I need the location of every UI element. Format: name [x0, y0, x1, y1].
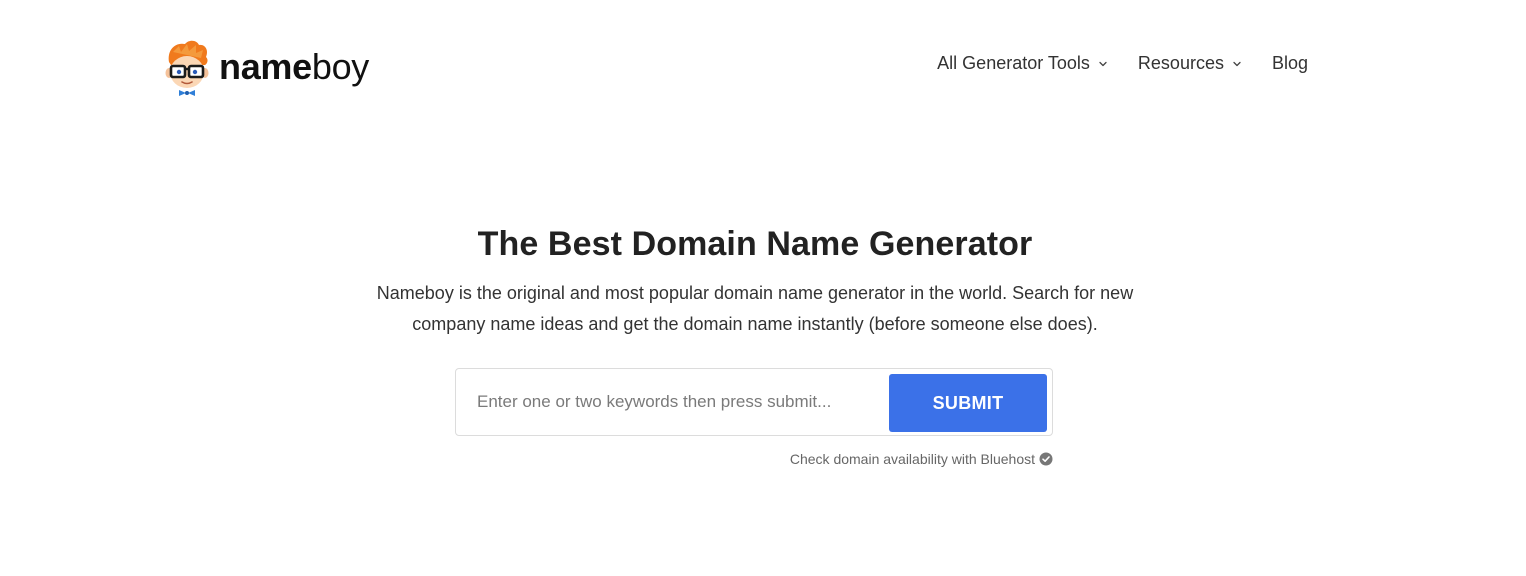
chevron-down-icon — [1233, 61, 1241, 67]
main-nav: All Generator Tools Resources Blog — [937, 50, 1308, 76]
brand-name-bold: name — [219, 46, 312, 87]
page-title: The Best Domain Name Generator — [477, 225, 1033, 263]
nav-item-blog[interactable]: Blog — [1272, 50, 1308, 76]
nav-item-resources[interactable]: Resources — [1138, 50, 1242, 76]
brand-name-light: boy — [311, 46, 369, 87]
mascot-icon — [165, 40, 209, 96]
page: nameboy All Generator Tools Resources Bl… — [0, 0, 1526, 576]
nav-item-label: Blog — [1271, 53, 1308, 73]
nav-item-label: All Generator Tools — [937, 53, 1090, 73]
site-header: nameboy All Generator Tools Resources Bl… — [0, 0, 1526, 130]
domain-search-form: SUBMIT — [455, 368, 1053, 436]
availability-note: Check domain availability with Bluehost — [790, 450, 1053, 468]
nav-item-all-generator-tools[interactable]: All Generator Tools — [937, 50, 1108, 76]
hero-description: Nameboy is the original and most popular… — [376, 283, 1134, 334]
availability-text: Check domain availability with Bluehost — [789, 451, 1035, 467]
nav-item-label: Resources — [1137, 53, 1224, 73]
hero-section: The Best Domain Name Generator Nameboy i… — [0, 222, 1526, 340]
check-circle-icon — [1039, 452, 1053, 466]
brand-wordmark: nameboy — [219, 41, 369, 93]
keyword-search-input[interactable] — [456, 369, 886, 435]
chevron-down-icon — [1099, 61, 1107, 67]
submit-button[interactable]: SUBMIT — [889, 374, 1047, 432]
logo-link[interactable]: nameboy — [163, 38, 369, 96]
